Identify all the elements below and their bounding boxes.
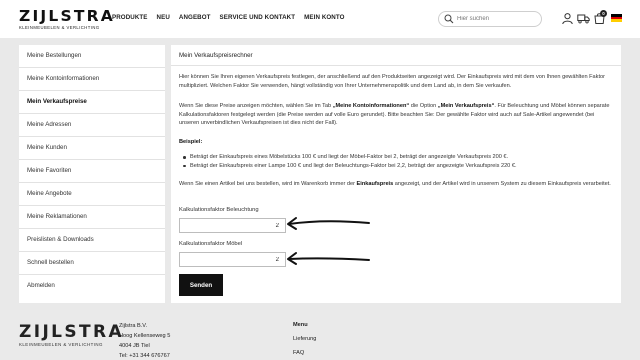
company-name: Zijlstra B.V. [119, 323, 148, 329]
footer-logo-tagline: KLEINMEUBELEN & VERLICHTING [19, 342, 103, 347]
nav-mein-konto[interactable]: MEIN KONTO [304, 14, 344, 21]
page-title: Mein Verkaufspreisrechner [179, 52, 253, 59]
nav-produkte[interactable]: PRODUKTE [112, 14, 148, 21]
logo-tagline: KLEINMEUBELEN & VERLICHTING [19, 25, 100, 30]
arrow-annotation-icon [287, 252, 370, 265]
sidebar-item-preislisten[interactable]: Preislisten & Downloads [19, 229, 165, 252]
account-sidebar: Meine Bestellungen Meine Kontoinformatio… [19, 45, 165, 303]
price-calculator-panel: Mein Verkaufspreisrechner Hier können Si… [171, 45, 621, 303]
footer-menu-title: Menu [293, 322, 308, 328]
lighting-factor-input[interactable] [179, 218, 286, 233]
german-flag-icon[interactable] [611, 14, 622, 23]
search-input[interactable] [457, 14, 537, 24]
arrow-annotation-icon [287, 217, 370, 230]
footer-link-lieferung[interactable]: Lieferung [293, 334, 316, 344]
nav-neu[interactable]: NEU [157, 14, 170, 21]
footer-address: Zijlstra B.V. Hoog Kellenseweg 5 4004 JB… [119, 321, 170, 360]
sidebar-item-verkaufspreise[interactable]: Mein Verkaufspreise [19, 91, 165, 114]
submit-button[interactable]: Senden [179, 274, 223, 296]
sidebar-item-angebote[interactable]: Meine Angebote [19, 183, 165, 206]
site-header: ZIJLSTRA KLEINMEUBELEN & VERLICHTING PRO… [0, 0, 640, 38]
sidebar-item-schnell-bestellen[interactable]: Schnell bestellen [19, 252, 165, 275]
city: 4004 JB Tiel [119, 343, 150, 349]
user-icon[interactable] [561, 12, 574, 25]
nav-angebot[interactable]: ANGEBOT [179, 14, 211, 21]
order-text: Wenn Sie einen Artikel bei uns bestellen… [179, 181, 611, 187]
furniture-factor-input[interactable] [179, 252, 286, 267]
sidebar-item-reklamationen[interactable]: Meine Reklamationen [19, 206, 165, 229]
sidebar-item-bestellungen[interactable]: Meine Bestellungen [19, 45, 165, 68]
sidebar-item-kunden[interactable]: Meine Kunden [19, 137, 165, 160]
cart-count-badge: 0 [600, 10, 607, 17]
info-text: Wenn Sie diese Preise anzeigen möchten, … [179, 103, 610, 127]
furniture-factor-label: Kalkulationsfaktor Möbel [179, 241, 243, 247]
sidebar-item-abmelden[interactable]: Abmelden [19, 275, 165, 298]
logo-wordmark: ZIJLSTRA [19, 7, 115, 25]
list-item: Beträgt der Einkaufspreis eines Möbelstü… [182, 153, 612, 162]
sidebar-item-favoriten[interactable]: Meine Favoriten [19, 160, 165, 183]
sidebar-item-kontoinformationen[interactable]: Meine Kontoinformationen [19, 68, 165, 91]
example-label: Beispiel: [179, 139, 203, 145]
logo[interactable]: ZIJLSTRA KLEINMEUBELEN & VERLICHTING [19, 7, 115, 31]
lighting-factor-label: Kalkulationsfaktor Beleuchtung [179, 207, 259, 213]
search-box[interactable] [438, 11, 542, 27]
intro-text: Hier können Sie Ihren eigenen Verkaufspr… [179, 74, 605, 89]
truck-icon[interactable] [577, 12, 590, 25]
example-list: Beträgt der Einkaufspreis eines Möbelstü… [182, 153, 612, 170]
sidebar-item-adressen[interactable]: Meine Adressen [19, 114, 165, 137]
street: Hoog Kellenseweg 5 [119, 333, 171, 339]
nav-service[interactable]: SERVICE UND KONTAKT [220, 14, 296, 21]
site-footer: ZIJLSTRA KLEINMEUBELEN & VERLICHTING Zij… [0, 310, 640, 360]
footer-link-faq[interactable]: FAQ [293, 348, 316, 358]
footer-logo-wordmark: ZIJLSTRA [19, 322, 125, 342]
list-item: Beträgt der Einkaufspreis einer Lampe 10… [182, 162, 612, 171]
title-divider [171, 65, 621, 66]
phone[interactable]: Tel: +31 344 676767 [119, 351, 170, 360]
footer-logo[interactable]: ZIJLSTRA KLEINMEUBELEN & VERLICHTING [19, 322, 125, 348]
search-icon[interactable] [444, 14, 454, 24]
footer-menu: Menu Lieferung FAQ [293, 320, 316, 358]
main-nav: PRODUKTE NEU ANGEBOT SERVICE UND KONTAKT… [112, 14, 354, 21]
